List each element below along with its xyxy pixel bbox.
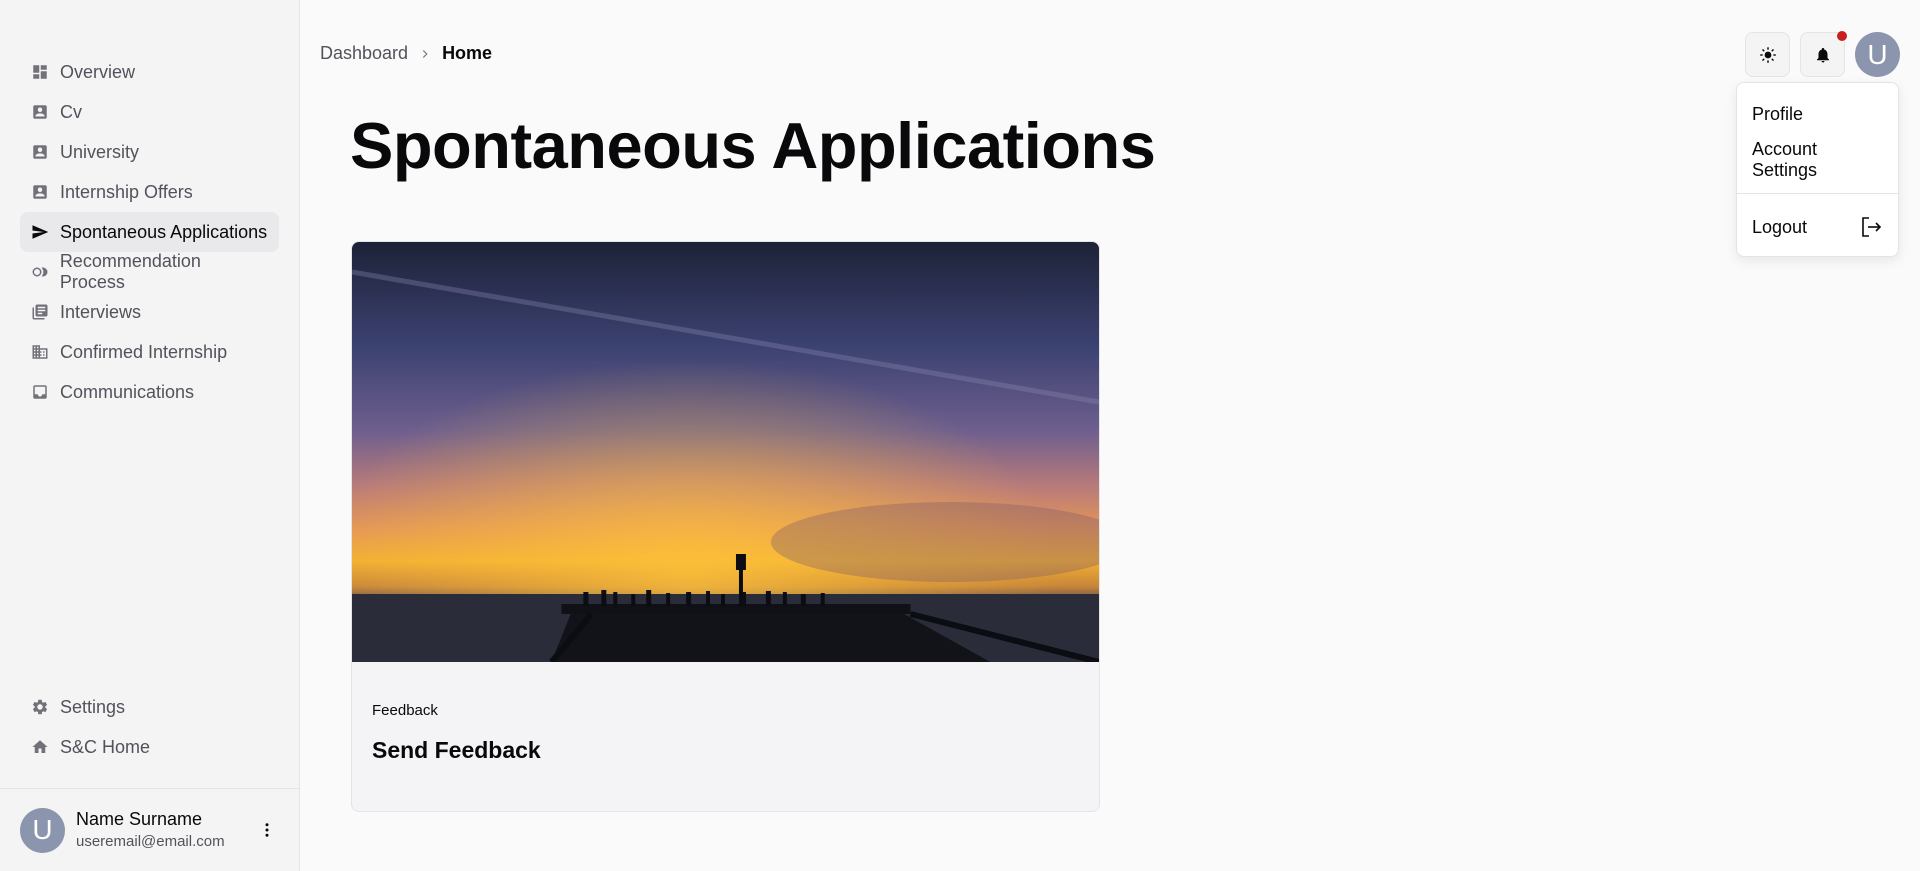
menu-item-logout[interactable]: Logout	[1737, 204, 1898, 250]
contact-card-icon	[30, 102, 50, 122]
avatar[interactable]: U	[20, 807, 65, 853]
breadcrumb-dashboard[interactable]: Dashboard	[320, 43, 408, 64]
sidebar-item-internship-offers[interactable]: Internship Offers	[20, 172, 279, 212]
sidebar-item-label: S&C Home	[60, 736, 151, 757]
feedback-card[interactable]: Feedback Send Feedback	[351, 241, 1100, 812]
card-title: Send Feedback	[372, 737, 541, 763]
user-info: Name Surname useremail@email.com	[76, 808, 255, 852]
card-category: Feedback	[372, 702, 438, 719]
sidebar-item-cv[interactable]: Cv	[20, 92, 279, 132]
sidebar-item-spontaneous-applications[interactable]: Spontaneous Applications	[20, 212, 279, 252]
sidebar-item-label: Settings	[60, 696, 126, 717]
sidebar-item-university[interactable]: University	[20, 132, 279, 172]
building-icon	[30, 342, 50, 362]
menu-item-profile[interactable]: Profile	[1737, 91, 1898, 137]
library-icon	[30, 302, 50, 322]
breadcrumb: Dashboard Home	[320, 43, 492, 64]
theme-toggle-button[interactable]	[1745, 32, 1790, 77]
sidebar-item-label: Interviews	[60, 301, 142, 322]
page-title: Spontaneous Applications	[350, 109, 1156, 182]
menu-divider	[1737, 193, 1898, 194]
sidebar-nav: Overview Cv University Internship Offers	[0, 52, 299, 412]
card-body: Feedback Send Feedback	[352, 662, 1099, 764]
toggle-circles-icon	[30, 262, 50, 282]
menu-item-account-settings[interactable]: Account Settings	[1737, 137, 1898, 183]
sun-icon	[1759, 46, 1776, 63]
sidebar-item-sc-home[interactable]: S&C Home	[20, 727, 279, 767]
notifications-button[interactable]	[1800, 31, 1847, 77]
logout-icon	[1862, 217, 1882, 237]
chevron-right-icon	[418, 47, 432, 61]
breadcrumb-current: Home	[442, 43, 493, 63]
sunset-pier-image	[352, 242, 1099, 662]
user-menu-button[interactable]	[255, 818, 279, 842]
more-vertical-icon	[265, 823, 269, 837]
dashboard-icon	[30, 62, 50, 82]
gear-icon	[30, 697, 50, 717]
sidebar-item-label: Confirmed Internship	[60, 341, 228, 362]
inbox-icon	[30, 382, 50, 402]
app-root: Overview Cv University Internship Offers	[0, 0, 1920, 871]
contact-card-icon	[30, 142, 50, 162]
sidebar-item-overview[interactable]: Overview	[20, 52, 279, 92]
sidebar-item-recommendation-process[interactable]: Recommendation Process	[20, 251, 279, 292]
sidebar-item-confirmed-internship[interactable]: Confirmed Internship	[20, 332, 279, 372]
sidebar-item-label: Internship Offers	[60, 181, 193, 202]
sidebar-item-label: Spontaneous Applications	[60, 221, 268, 242]
avatar[interactable]: U	[1855, 32, 1900, 77]
bell-icon	[1816, 47, 1829, 62]
sidebar-item-label: Overview	[60, 61, 136, 82]
sidebar-item-label: Communications	[60, 381, 195, 402]
user-email: useremail@email.com	[76, 833, 225, 850]
user-name: Name Surname	[76, 809, 203, 829]
sidebar-item-label: University	[60, 141, 140, 162]
send-icon	[30, 222, 50, 242]
sidebar-bottom-nav: Settings S&C Home	[20, 687, 279, 767]
home-icon	[30, 737, 50, 757]
topbar-actions: U	[1745, 31, 1900, 77]
sidebar-item-label: Recommendation Process	[59, 251, 201, 292]
sidebar-item-settings[interactable]: Settings	[20, 687, 279, 727]
notification-badge	[1837, 31, 1847, 41]
sidebar-item-communications[interactable]: Communications	[20, 372, 279, 412]
logout-label: Logout	[1752, 216, 1808, 237]
sidebar: Overview Cv University Internship Offers	[0, 0, 300, 871]
sidebar-user-footer: U Name Surname useremail@email.com	[0, 788, 299, 871]
user-dropdown-menu: Profile Account Settings Logout	[1736, 82, 1899, 257]
contact-card-icon	[30, 182, 50, 202]
sidebar-item-label: Cv	[60, 101, 82, 122]
sidebar-item-interviews[interactable]: Interviews	[20, 292, 279, 332]
main-content: Dashboard Home U Spontaneous Application…	[300, 0, 1920, 871]
